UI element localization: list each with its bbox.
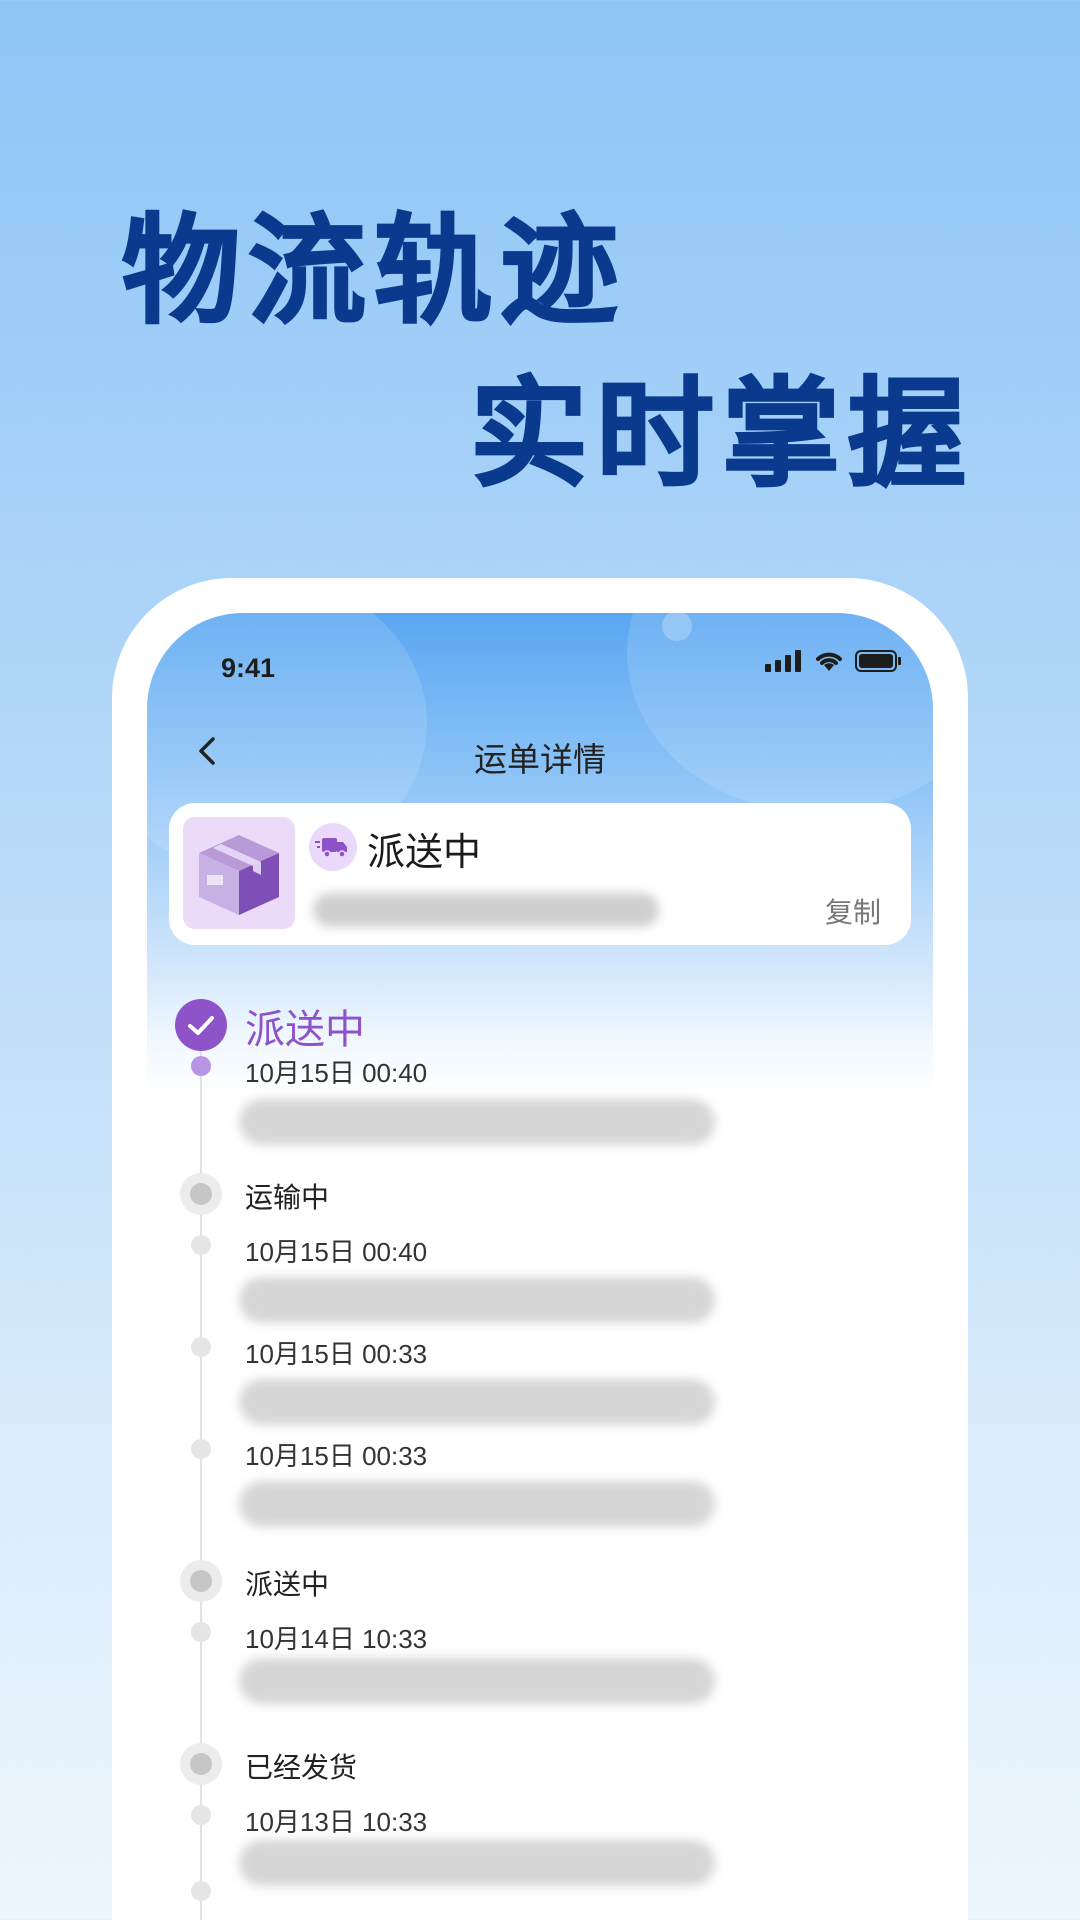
- timeline-event-time: 10月15日 00:33: [245, 1441, 428, 1471]
- status-bar-time: 9:41: [221, 653, 276, 683]
- shipment-status: 派送中: [367, 830, 482, 874]
- copy-button[interactable]: 复制: [825, 891, 881, 931]
- wifi-icon: [816, 652, 842, 671]
- timeline-event-dot: [191, 1439, 211, 1459]
- timeline-event-dot: [191, 1235, 211, 1255]
- timeline-event-time: 10月15日 00:40: [245, 1237, 428, 1267]
- phone-screen: 9:41 运单详情 派送中 复制 派送中 10月15日 00:40 运输中 10…: [147, 613, 933, 1920]
- battery-icon: [855, 650, 901, 672]
- status-bar-icons: [765, 649, 903, 673]
- timeline-group-dot: [180, 1743, 222, 1785]
- shipment-card: 派送中 复制: [169, 803, 911, 945]
- timeline-event-detail-redacted: [239, 1840, 715, 1886]
- timeline-event-detail-redacted: [239, 1658, 715, 1704]
- timeline-event-detail-redacted: [239, 1379, 715, 1425]
- timeline-event-dot: [191, 1337, 211, 1357]
- timeline-event-dot: [191, 1805, 211, 1825]
- timeline-group-dot: [180, 1173, 222, 1215]
- timeline-event-time: 10月15日 00:40: [245, 1058, 428, 1088]
- decorative-bubble: [627, 613, 933, 813]
- timeline-current-title: 派送中: [245, 1007, 365, 1053]
- timeline-event-time: 10月15日 00:33: [245, 1339, 428, 1369]
- delivery-truck-icon: [309, 823, 357, 871]
- signal-icon: [765, 650, 801, 672]
- timeline-event-dot: [191, 1881, 211, 1901]
- timeline-event-dot: [191, 1622, 211, 1642]
- timeline-group-dot: [180, 1560, 222, 1602]
- check-icon: [175, 999, 227, 1051]
- package-box-icon: [183, 817, 295, 929]
- tracking-number-redacted: [313, 893, 659, 927]
- page-title: 运单详情: [474, 740, 606, 779]
- timeline-event-detail-redacted: [239, 1277, 715, 1323]
- timeline-event-time: 10月14日 10:33: [245, 1624, 428, 1654]
- timeline-group-title: 已经发货: [245, 1751, 358, 1784]
- timeline-event-dot: [191, 1056, 211, 1076]
- timeline-group-title: 运输中: [245, 1181, 330, 1214]
- timeline-event-detail-redacted: [239, 1099, 715, 1145]
- timeline-event-time: 10月13日 10:33: [245, 1807, 428, 1837]
- timeline-event-detail-redacted: [239, 1481, 715, 1527]
- headline-line-1: 物流轨迹: [121, 202, 627, 340]
- timeline-group-title: 派送中: [245, 1568, 330, 1601]
- headline-line-2: 实时掌握: [469, 365, 975, 503]
